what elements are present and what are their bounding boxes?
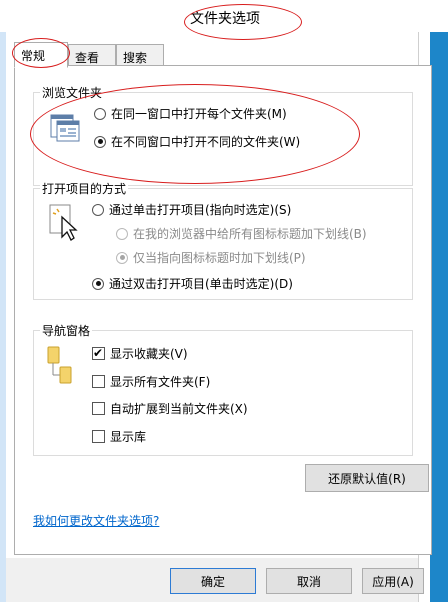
radio-button[interactable] bbox=[116, 227, 128, 240]
apply-button-label: 应用(A) bbox=[372, 574, 414, 589]
checkbox[interactable] bbox=[92, 402, 105, 415]
tab-search-label: 搜索 bbox=[123, 51, 148, 65]
restore-defaults-button[interactable]: 还原默认值(R) bbox=[305, 464, 429, 492]
radio-underline-point-label: 仅当指向图标标题时加下划线(P) bbox=[133, 251, 306, 265]
tab-view-label: 查看 bbox=[75, 51, 100, 65]
checkbox-show-favorites-label: 显示收藏夹(V) bbox=[110, 347, 188, 361]
click-items-title: 打开项目的方式 bbox=[40, 180, 129, 197]
checkbox-show-all-folders-label: 显示所有文件夹(F) bbox=[110, 375, 211, 389]
tab-annotation-circle bbox=[12, 38, 70, 68]
navigation-pane-title: 导航窗格 bbox=[40, 322, 93, 339]
checkbox[interactable]: ✔ bbox=[92, 346, 105, 360]
tab-search[interactable]: 搜索 bbox=[116, 44, 164, 66]
folder-options-dialog: 文件夹选项 常规 查看 搜索 浏览文件夹 在同一窗口中打开每个文件夹(M) 在不… bbox=[0, 0, 448, 602]
checkbox-show-libraries-label: 显示库 bbox=[110, 430, 147, 444]
click-items-group: 打开项目的方式 通过单击打开项目(指向时选定)(S) 在我的浏览器中给所有图标标… bbox=[33, 180, 413, 300]
apply-button[interactable]: 应用(A) bbox=[362, 568, 424, 594]
ok-button-label: 确定 bbox=[200, 574, 225, 589]
restore-defaults-label: 还原默认值(R) bbox=[328, 471, 406, 486]
radio-double-click[interactable]: 通过双击打开项目(单击时选定)(D) bbox=[92, 275, 293, 292]
radio-underline-point[interactable]: 仅当指向图标标题时加下划线(P) bbox=[116, 249, 306, 266]
window-left-edge bbox=[0, 0, 6, 602]
radio-single-click-label: 通过单击打开项目(指向时选定)(S) bbox=[109, 203, 292, 217]
background-accent-bar bbox=[430, 0, 448, 602]
radio-double-click-label: 通过双击打开项目(单击时选定)(D) bbox=[109, 277, 293, 291]
cancel-button-label: 取消 bbox=[296, 574, 321, 589]
tab-view[interactable]: 查看 bbox=[68, 44, 116, 66]
navigation-pane-group: 导航窗格 ✔ 显示收藏夹(V) 显示所有文件夹(F) 自动扩展到当前文件夹(X)… bbox=[33, 322, 413, 456]
radio-single-click[interactable]: 通过单击打开项目(指向时选定)(S) bbox=[92, 201, 291, 218]
checkbox-auto-expand-label: 自动扩展到当前文件夹(X) bbox=[110, 402, 248, 416]
checkbox[interactable] bbox=[92, 375, 105, 388]
checkbox-show-favorites[interactable]: ✔ 显示收藏夹(V) bbox=[92, 345, 188, 362]
browse-annotation-circle bbox=[30, 84, 360, 184]
checkbox-show-libraries[interactable]: 显示库 bbox=[92, 428, 146, 445]
title-annotation-circle bbox=[184, 4, 302, 40]
help-link[interactable]: 我如何更改文件夹选项? bbox=[33, 512, 159, 529]
radio-underline-all-label: 在我的浏览器中给所有图标标题加下划线(B) bbox=[133, 227, 367, 241]
cancel-button[interactable]: 取消 bbox=[266, 568, 352, 594]
checkbox[interactable] bbox=[92, 430, 105, 443]
pointer-icon bbox=[48, 203, 80, 246]
ok-button[interactable]: 确定 bbox=[170, 568, 256, 594]
radio-button[interactable] bbox=[116, 251, 128, 264]
radio-button[interactable] bbox=[92, 277, 104, 290]
checkbox-auto-expand[interactable]: 自动扩展到当前文件夹(X) bbox=[92, 400, 248, 417]
checkbox-show-all-folders[interactable]: 显示所有文件夹(F) bbox=[92, 373, 210, 390]
radio-button[interactable] bbox=[92, 203, 104, 216]
folder-tree-icon bbox=[46, 345, 76, 392]
radio-underline-all[interactable]: 在我的浏览器中给所有图标标题加下划线(B) bbox=[116, 225, 367, 242]
checkmark-icon: ✔ bbox=[93, 346, 104, 360]
